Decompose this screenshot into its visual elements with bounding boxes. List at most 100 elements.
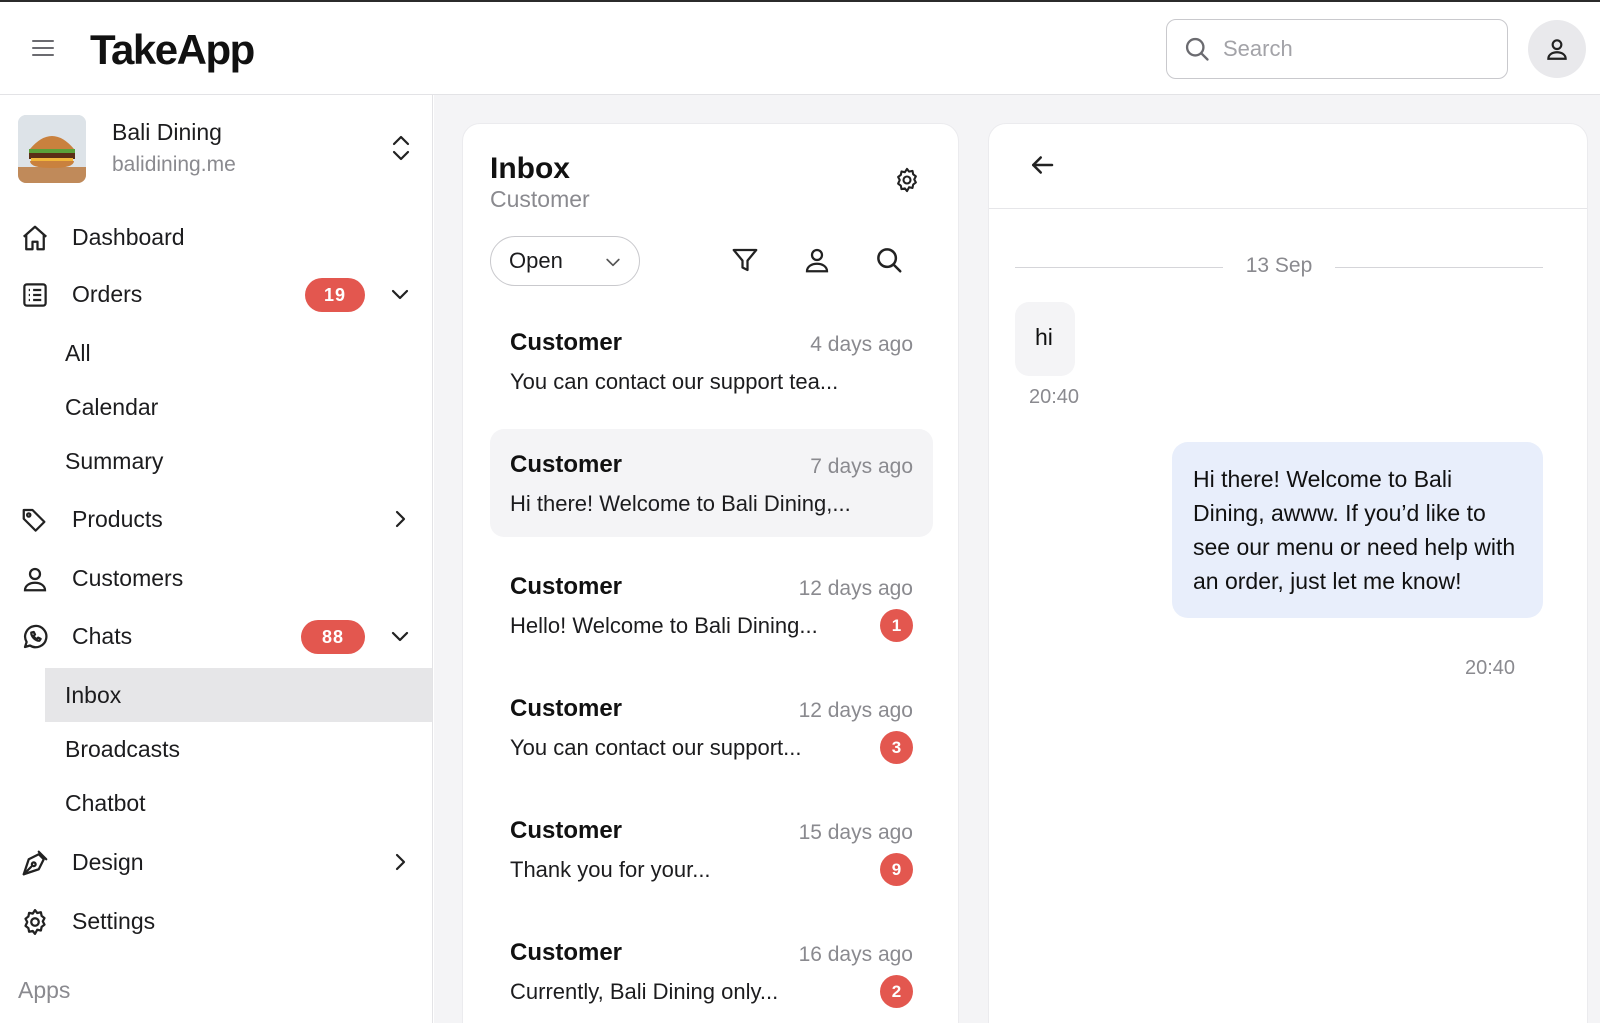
conversation-preview: You can contact our support tea... <box>510 369 839 394</box>
store-url: balidining.me <box>112 153 236 176</box>
nav-dashboard[interactable]: Dashboard <box>0 211 432 263</box>
filter-button[interactable] <box>727 242 763 278</box>
nav-orders-label: Orders <box>72 281 143 307</box>
conversation-name: Customer <box>510 817 623 844</box>
store-name: Bali Dining <box>112 119 222 145</box>
chevron-right-icon[interactable] <box>388 850 412 874</box>
conversation-preview: Thank you for your... <box>510 857 711 882</box>
filter-icon <box>732 248 758 272</box>
conversation-item-selected[interactable]: Customer 7 days ago Hi there! Welcome to… <box>490 429 933 537</box>
unread-badge: 1 <box>880 609 913 642</box>
nav-chats-broadcasts[interactable]: Broadcasts <box>45 722 432 776</box>
nav-orders-calendar[interactable]: Calendar <box>45 380 432 434</box>
nav-chats-chatbot[interactable]: Chatbot <box>45 776 432 830</box>
conversation-item[interactable]: Customer 16 days ago Currently, Bali Din… <box>490 917 933 1023</box>
account-button[interactable] <box>1528 20 1586 78</box>
conversation-item[interactable]: Customer 12 days ago Hello! Welcome to B… <box>490 551 933 659</box>
nav-orders[interactable]: Orders 19 <box>0 268 432 320</box>
incoming-message-time: 20:40 <box>1029 386 1080 408</box>
nav-orders-calendar-label: Calendar <box>65 394 159 420</box>
conversation-time: 7 days ago <box>810 455 913 478</box>
chat-header <box>989 124 1587 209</box>
conversation-preview: Hi there! Welcome to Bali Dining,... <box>510 491 851 516</box>
conversation-time: 15 days ago <box>798 821 913 844</box>
nav-dashboard-label: Dashboard <box>72 224 185 250</box>
conversation-time: 4 days ago <box>810 333 913 356</box>
conversation-name: Customer <box>510 329 623 356</box>
outgoing-message-time: 20:40 <box>1465 657 1516 679</box>
home-icon <box>23 225 47 251</box>
nav-customers-label: Customers <box>72 565 184 591</box>
unread-badge: 3 <box>880 731 913 764</box>
user-icon <box>23 567 47 592</box>
nav-products-label: Products <box>72 506 163 532</box>
conversation-preview: Hello! Welcome to Bali Dining... <box>510 613 818 638</box>
search-icon <box>1185 37 1209 61</box>
nav-orders-summary-label: Summary <box>65 448 164 474</box>
chats-count-badge: 88 <box>301 620 365 654</box>
search-icon <box>877 248 902 273</box>
orders-count-badge: 19 <box>305 278 365 312</box>
list-icon <box>23 283 47 307</box>
tag-icon <box>22 508 46 532</box>
nav-chats-inbox[interactable]: Inbox <box>45 668 432 722</box>
search-box[interactable] <box>1166 19 1508 79</box>
gear-icon[interactable] <box>893 166 921 194</box>
apps-section-label: Apps <box>18 977 71 1003</box>
menu-icon[interactable] <box>28 35 58 63</box>
conversation-preview: Currently, Bali Dining only... <box>510 979 779 1004</box>
chevron-up-down-icon[interactable] <box>390 133 412 163</box>
conversation-item[interactable]: Customer 15 days ago Thank you for your.… <box>490 795 933 903</box>
user-icon <box>805 248 829 273</box>
nav-chats-label: Chats <box>72 623 133 649</box>
conversation-name: Customer <box>510 939 623 966</box>
nav-settings[interactable]: Settings <box>0 895 432 947</box>
nav-design[interactable]: Design <box>0 836 432 888</box>
conversation-name: Customer <box>510 695 623 722</box>
nav-chats-broadcasts-label: Broadcasts <box>65 736 181 762</box>
chat-panel: 13 Sep hi 20:40 Hi there! Welcome to Bal… <box>988 123 1588 1023</box>
nav-settings-label: Settings <box>72 908 156 934</box>
inbox-panel: Inbox Customer Open Customer 4 days ago … <box>462 123 959 1023</box>
gear-icon <box>24 909 46 935</box>
conversation-preview: You can contact our support... <box>510 735 802 760</box>
user-icon <box>1547 39 1567 60</box>
nav-design-label: Design <box>72 849 144 875</box>
inbox-title: Inbox <box>490 152 570 185</box>
nav-orders-all-label: All <box>65 340 91 366</box>
chevron-down-icon <box>606 258 620 267</box>
arrow-left-icon[interactable] <box>1027 150 1057 180</box>
nav-orders-summary[interactable]: Summary <box>45 434 432 488</box>
nav-orders-all[interactable]: All <box>45 326 432 380</box>
incoming-message: hi <box>1015 302 1075 376</box>
nav-chats[interactable]: Chats 88 <box>0 610 432 662</box>
store-switcher[interactable]: Bali Dining balidining.me <box>18 115 418 185</box>
date-separator-label: 13 Sep <box>1245 254 1313 277</box>
status-filter-select[interactable]: Open <box>490 236 640 286</box>
conversation-item[interactable]: Customer 4 days ago You can contact our … <box>490 307 933 415</box>
conversation-time: 12 days ago <box>798 577 913 600</box>
nav-chats-chatbot-label: Chatbot <box>65 790 146 816</box>
nav-chats-inbox-label: Inbox <box>65 682 122 708</box>
store-logo <box>18 115 86 183</box>
nav-customers[interactable]: Customers <box>0 552 432 604</box>
search-conversations-button[interactable] <box>871 242 907 278</box>
conversation-name: Customer <box>510 451 623 478</box>
chevron-down-icon[interactable] <box>388 624 412 648</box>
pen-nib-icon <box>22 850 48 876</box>
search-input[interactable] <box>1223 36 1493 62</box>
nav-products[interactable]: Products <box>0 493 432 545</box>
brand-logo[interactable]: TakeApp <box>90 26 255 74</box>
conversation-time: 16 days ago <box>798 943 913 966</box>
assignee-filter-button[interactable] <box>799 242 835 278</box>
chevron-right-icon[interactable] <box>388 507 412 531</box>
chevron-down-icon[interactable] <box>388 282 412 306</box>
status-filter-value: Open <box>509 248 563 273</box>
outgoing-message: Hi there! Welcome to Bali Dining, awww. … <box>1172 442 1543 618</box>
conversation-name: Customer <box>510 573 623 600</box>
conversation-item[interactable]: Customer 12 days ago You can contact our… <box>490 673 933 781</box>
unread-badge: 9 <box>880 853 913 886</box>
whatsapp-icon <box>23 624 48 649</box>
conversation-time: 12 days ago <box>798 699 913 722</box>
top-header: TakeApp <box>0 2 1600 95</box>
